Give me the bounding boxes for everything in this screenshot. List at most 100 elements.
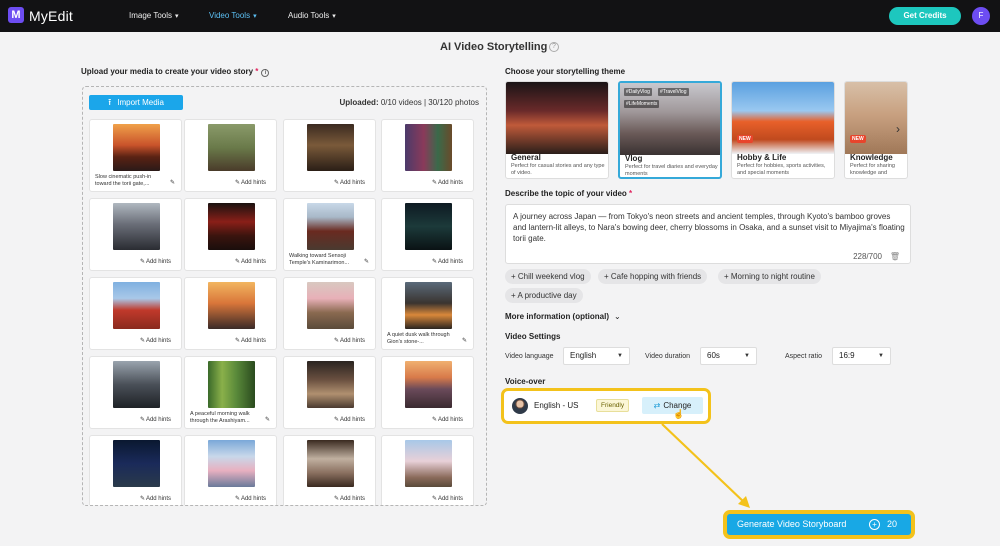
add-hints-label: Add hints — [339, 417, 365, 423]
media-thumbnail — [405, 282, 452, 329]
trash-icon[interactable]: 🗑 — [890, 252, 900, 261]
add-hints-button[interactable]: ✎Add hints — [140, 337, 171, 344]
nav-audio-tools-label: Audio Tools — [288, 11, 330, 20]
media-card[interactable]: ✎Add hints — [89, 198, 182, 271]
upload-label-text: Upload your media to create your video s… — [81, 67, 254, 76]
add-hints-button[interactable]: ✎Add hints — [334, 495, 365, 502]
upload-icon: ⭱ — [108, 97, 112, 107]
media-thumbnail — [307, 282, 354, 329]
info-icon[interactable]: i — [261, 69, 270, 77]
media-card[interactable]: Slow cinematic push-in toward the torii … — [89, 119, 182, 192]
generate-label: Generate Video Storyboard — [737, 519, 847, 529]
nav-audio-tools[interactable]: Audio Tools ▾ — [288, 11, 336, 20]
edit-pencil-icon[interactable]: ✎ — [170, 179, 175, 186]
topic-text[interactable]: A journey across Japan — from Tokyo's ne… — [513, 211, 905, 244]
topic-textarea[interactable]: A journey across Japan — from Tokyo's ne… — [505, 204, 911, 264]
add-hints-button[interactable]: ✎Add hints — [432, 179, 463, 186]
add-hints-label: Add hints — [339, 496, 365, 502]
media-card[interactable]: ✎Add hints — [184, 277, 277, 350]
nav-video-tools-label: Video Tools — [209, 11, 251, 20]
media-card[interactable]: A peaceful morning walk through the Aras… — [184, 356, 277, 429]
new-badge: NEW — [850, 135, 866, 143]
pencil-icon: ✎ — [234, 180, 240, 186]
theme-card-general[interactable]: General Perfect for casual stories and a… — [505, 81, 609, 179]
add-hints-button[interactable]: ✎Add hints — [235, 258, 266, 265]
media-card[interactable]: ✎Add hints — [283, 356, 376, 429]
help-icon[interactable]: ? — [549, 42, 559, 52]
media-card[interactable]: ✎Add hints — [89, 435, 182, 505]
add-hints-button[interactable]: ✎Add hints — [432, 416, 463, 423]
aspect-ratio-select[interactable]: 16:9 ▼ — [832, 347, 891, 365]
suggestion-chip[interactable]: + Cafe hopping with friends — [598, 269, 708, 284]
add-hints-label: Add hints — [437, 259, 463, 265]
media-card[interactable]: ✎Add hints — [381, 119, 474, 192]
edit-pencil-icon[interactable]: ✎ — [265, 416, 270, 423]
more-information-toggle[interactable]: More information (optional) ⌄ — [505, 312, 621, 321]
media-thumbnail — [113, 124, 160, 171]
media-caption: A peaceful morning walk through the Aras… — [190, 411, 250, 424]
add-hints-button[interactable]: ✎Add hints — [140, 258, 171, 265]
page-title: AI Video Storytelling — [440, 41, 548, 53]
suggestion-chip[interactable]: + Chill weekend vlog — [505, 269, 591, 284]
media-caption: A quiet dusk walk through Gion's stone-.… — [387, 332, 450, 345]
add-hints-button[interactable]: ✎Add hints — [334, 416, 365, 423]
character-counter: 228/700 — [853, 252, 882, 261]
add-hints-button[interactable]: ✎Add hints — [235, 179, 266, 186]
video-duration-label: Video duration — [645, 353, 691, 360]
import-media-label: Import Media — [117, 98, 164, 107]
add-hints-button[interactable]: ✎Add hints — [334, 179, 365, 186]
user-avatar[interactable]: F — [972, 7, 990, 25]
media-card[interactable]: A quiet dusk walk through Gion's stone-.… — [381, 277, 474, 350]
voice-name: English - US — [534, 401, 579, 410]
add-hints-button[interactable]: ✎Add hints — [235, 337, 266, 344]
add-hints-label: Add hints — [437, 496, 463, 502]
media-card[interactable]: ✎Add hints — [184, 198, 277, 271]
media-thumbnail — [307, 361, 354, 408]
media-thumbnail — [113, 203, 160, 250]
media-thumbnail — [208, 203, 255, 250]
media-card[interactable]: ✎Add hints — [184, 119, 277, 192]
nav-video-tools[interactable]: Video Tools ▾ — [209, 11, 257, 20]
theme-name: Knowledge — [850, 153, 893, 162]
chevron-right-icon[interactable]: › — [896, 122, 900, 136]
media-card[interactable]: ✎Add hints — [89, 356, 182, 429]
media-card[interactable]: ✎Add hints — [184, 435, 277, 505]
pencil-icon: ✎ — [431, 496, 437, 502]
nav-image-tools[interactable]: Image Tools ▾ — [129, 11, 179, 20]
add-hints-button[interactable]: ✎Add hints — [140, 495, 171, 502]
add-hints-button[interactable]: ✎Add hints — [432, 258, 463, 265]
theme-card-vlog[interactable]: #DailyVlog #TravelVlog #LifeMoments Vlog… — [618, 81, 722, 179]
video-duration-select[interactable]: 60s ▼ — [700, 347, 757, 365]
edit-pencil-icon[interactable]: ✎ — [462, 337, 467, 344]
add-hints-button[interactable]: ✎Add hints — [140, 416, 171, 423]
media-card[interactable]: ✎Add hints — [381, 435, 474, 505]
generate-video-storyboard-button[interactable]: Generate Video Storyboard + 20 — [727, 514, 911, 535]
upload-dropzone[interactable]: ⭱ Import Media Uploaded: 0/10 videos | 30… — [82, 86, 487, 506]
add-hints-label: Add hints — [145, 496, 171, 502]
add-hints-button[interactable]: ✎Add hints — [334, 337, 365, 344]
pencil-icon: ✎ — [333, 496, 339, 502]
import-media-button[interactable]: ⭱ Import Media — [89, 95, 183, 110]
chevron-down-icon: ▾ — [253, 13, 257, 20]
add-hints-button[interactable]: ✎Add hints — [235, 495, 266, 502]
media-card[interactable]: ✎Add hints — [283, 119, 376, 192]
suggestion-chip[interactable]: + Morning to night routine — [718, 269, 821, 284]
theme-description: Perfect for sharing knowledge and profes… — [850, 163, 895, 176]
required-mark: * — [255, 67, 259, 76]
myedit-logo-icon[interactable]: M — [8, 7, 24, 23]
edit-pencil-icon[interactable]: ✎ — [364, 258, 369, 265]
brand-name[interactable]: MyEdit — [29, 8, 73, 24]
media-card[interactable]: Walking toward Sensoji Temple's Kaminari… — [283, 198, 376, 271]
suggestion-chip[interactable]: + A productive day — [505, 288, 583, 303]
media-card[interactable]: ✎Add hints — [381, 356, 474, 429]
new-badge: NEW — [737, 135, 753, 143]
media-card[interactable]: ✎Add hints — [89, 277, 182, 350]
media-card[interactable]: ✎Add hints — [283, 435, 376, 505]
video-language-select[interactable]: English ▼ — [563, 347, 630, 365]
theme-card-hobby-life[interactable]: NEW Hobby & Life Perfect for hobbies, sp… — [731, 81, 835, 179]
get-credits-button[interactable]: Get Credits — [889, 7, 961, 25]
media-card[interactable]: ✎Add hints — [381, 198, 474, 271]
add-hints-button[interactable]: ✎Add hints — [432, 495, 463, 502]
uploaded-counter: Uploaded: 0/10 videos | 30/120 photos — [340, 98, 480, 107]
media-card[interactable]: ✎Add hints — [283, 277, 376, 350]
